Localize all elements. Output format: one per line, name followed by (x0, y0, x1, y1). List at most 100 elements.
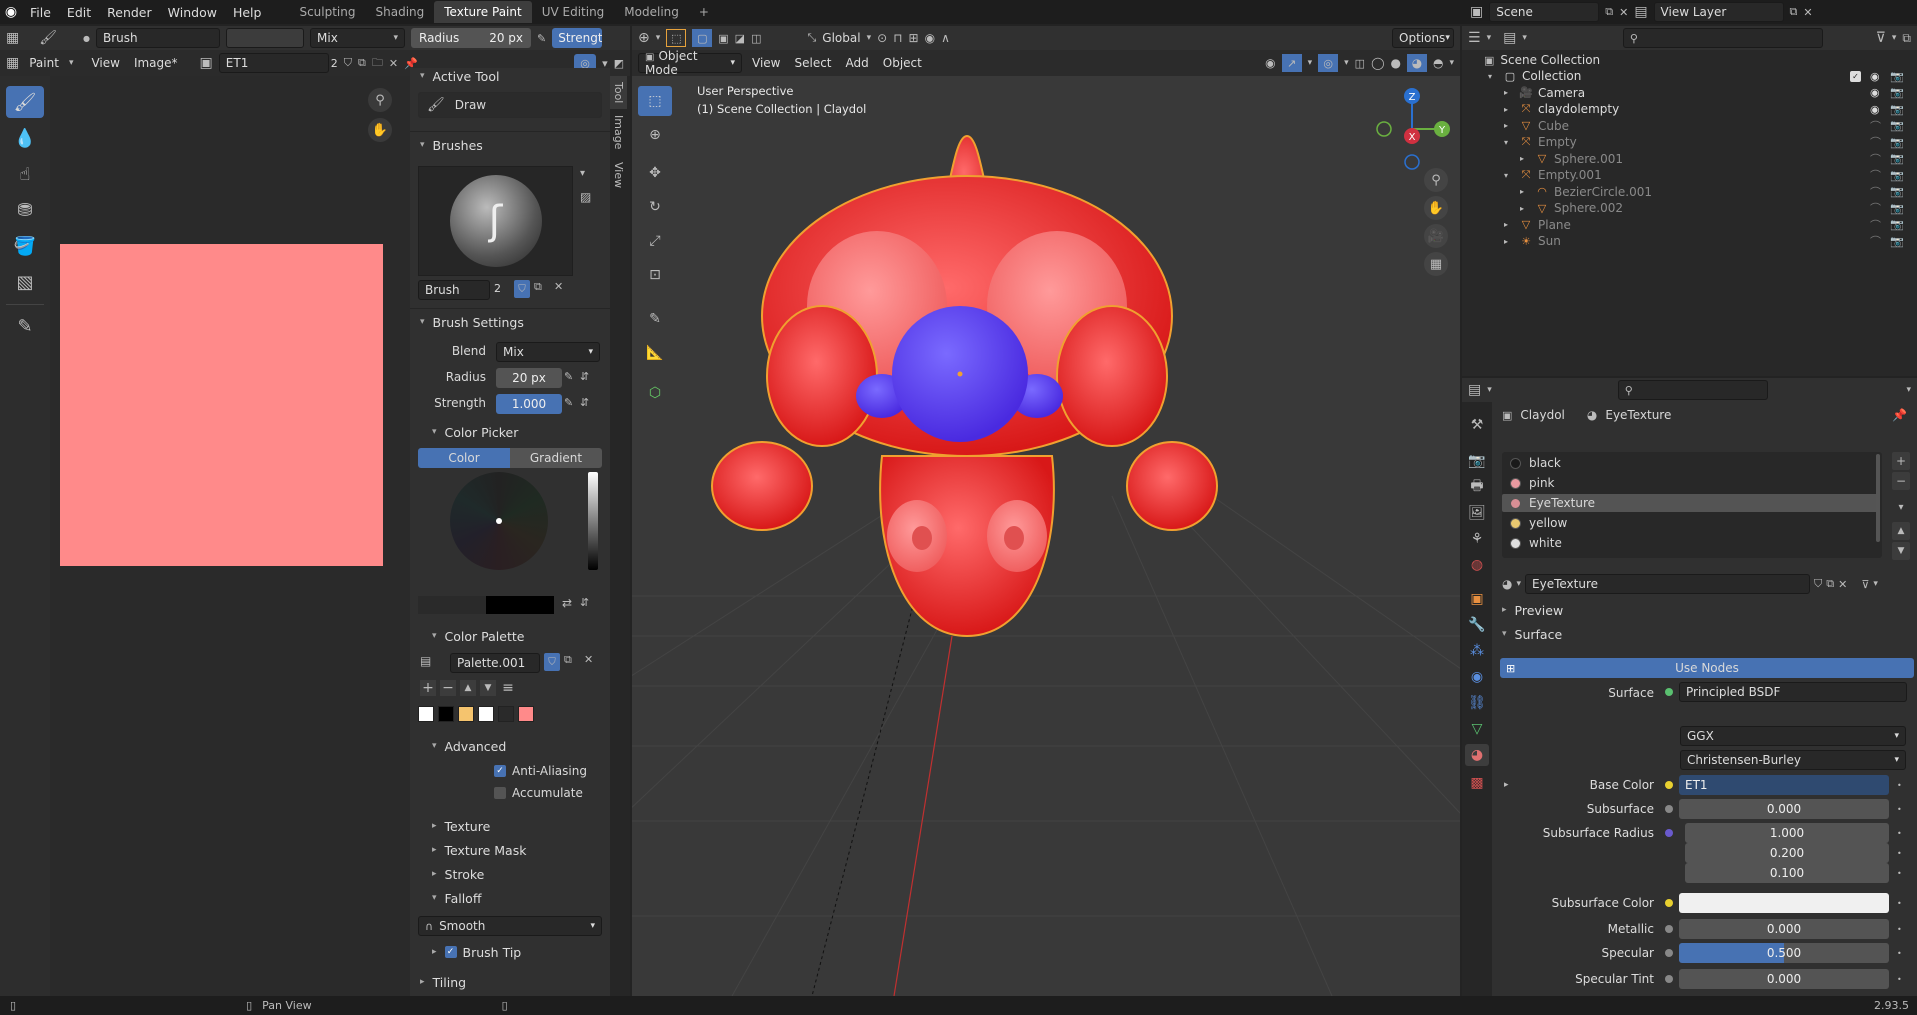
open-image-icon[interactable]: 🗀 (372, 54, 383, 73)
texture-tab-icon[interactable]: ▩ (1465, 772, 1489, 794)
view-layer-tab-icon[interactable]: 🖼 (1465, 502, 1489, 524)
snap-icon[interactable]: ⊓ (893, 31, 902, 45)
soften-tool-icon[interactable]: 💧 (6, 122, 44, 154)
claydol-model[interactable] (711, 134, 1218, 638)
render-visibility-icon[interactable]: 📷 (1890, 202, 1904, 215)
falloff-header[interactable]: ▾ Falloff (422, 886, 610, 910)
texture-header[interactable]: ▸ Texture (422, 814, 610, 838)
add-color-icon[interactable]: + (420, 680, 436, 696)
data-tab-icon[interactable]: ▽ (1465, 718, 1489, 740)
gizmo-toggle-icon[interactable]: ↗ (1281, 54, 1302, 72)
mode-set-icon[interactable]: ▢ (692, 29, 713, 47)
duplicate-palette-icon[interactable]: ⧉ (564, 653, 572, 667)
surface-shader-field[interactable]: Principled BSDF (1679, 682, 1907, 702)
physics-tab-icon[interactable]: ◉ (1465, 666, 1489, 688)
tab-modeling[interactable]: Modeling (614, 1, 689, 23)
render-visibility-icon[interactable]: 📷 (1890, 235, 1904, 248)
property-value-field[interactable]: 0.000 (1679, 969, 1889, 989)
value-slider[interactable] (588, 472, 598, 570)
color-palette-header[interactable]: ▾ Color Palette (422, 624, 610, 648)
palette-swatch[interactable] (418, 706, 434, 722)
pivot-point-icon[interactable]: ⊙ (877, 31, 887, 45)
image-canvas-area[interactable]: ⚲ ✋ (50, 76, 410, 996)
menu-file[interactable]: File (22, 5, 59, 20)
add-slot-icon[interactable]: + (1892, 452, 1910, 470)
tab-texture-paint[interactable]: Texture Paint (434, 1, 532, 23)
pen-pressure-icon[interactable]: ✎ (537, 32, 546, 45)
property-value-field[interactable]: 0.000 (1679, 799, 1889, 819)
brush-datablock-name[interactable]: Brush (418, 280, 490, 300)
cursor-tool-icon[interactable]: ⊕ (638, 120, 672, 150)
slot-list-scrollbar[interactable] (1876, 454, 1880, 542)
use-nodes-button[interactable]: ⊞ Use Nodes (1500, 658, 1914, 678)
zoom-icon[interactable]: ⚲ (368, 88, 392, 112)
chevron-down-icon[interactable]: ▾ (1308, 58, 1313, 68)
menu-view[interactable]: View (748, 56, 784, 70)
visibility-eye-icon[interactable]: ◉ (1870, 86, 1880, 99)
chevron-down-icon[interactable]: ▾ (1906, 385, 1911, 395)
add-cube-tool-icon[interactable]: ⬡ (638, 378, 672, 408)
select-tool-icon[interactable]: ⬚ (638, 86, 672, 116)
mode-intersect-icon[interactable]: ◫ (751, 32, 761, 45)
accumulate-checkbox[interactable]: Accumulate (494, 786, 583, 800)
menu-edit[interactable]: Edit (59, 5, 99, 20)
render-visibility-icon[interactable]: 📷 (1890, 136, 1904, 149)
texture-mask-header[interactable]: ▸ Texture Mask (422, 838, 610, 862)
wireframe-shading-icon[interactable]: ◯ (1371, 56, 1384, 70)
blend-mode-dropdown[interactable]: Mix ▾ (310, 28, 405, 48)
delete-scene-icon[interactable]: ✕ (1619, 6, 1628, 19)
falloff-preset-dropdown[interactable]: ∩ Smooth ▾ (418, 916, 602, 936)
clone-tool-icon[interactable]: ⛃ (6, 194, 44, 226)
menu-object[interactable]: Object (879, 56, 926, 70)
measure-tool-icon[interactable]: 📐 (638, 338, 672, 368)
palette-swatch[interactable] (518, 706, 534, 722)
color-picker-header[interactable]: ▾ Color Picker (422, 420, 610, 444)
outliner-search-input[interactable]: ⚲ (1622, 28, 1823, 48)
outliner-expand-icon[interactable]: ▸ (1500, 237, 1512, 246)
object-tab-icon[interactable]: ▣ (1465, 588, 1489, 610)
editor-type-icon[interactable]: ▦ (6, 30, 19, 46)
material-slot[interactable]: EyeTexture (1502, 494, 1878, 512)
primary-color-swatch[interactable] (418, 596, 486, 614)
pressure-radius-icon[interactable]: ✎ (564, 370, 573, 383)
palette-swatch[interactable] (458, 706, 474, 722)
tab-view[interactable]: View (610, 156, 627, 194)
outliner-expand-icon[interactable]: ▸ (1516, 204, 1528, 213)
tiling-header[interactable]: ▸ Tiling (410, 970, 610, 994)
modifier-tab-icon[interactable]: 🔧 (1465, 614, 1489, 636)
link-type-icon[interactable]: ⊽ (1861, 578, 1869, 591)
visibility-eye-icon[interactable]: ◉ (1870, 70, 1880, 83)
particles-tab-icon[interactable]: ⁂ (1465, 640, 1489, 662)
snap-target-icon[interactable]: ⊞ (909, 31, 919, 45)
brush-tip-header[interactable]: ▸ ✓ Brush Tip (422, 940, 610, 964)
collection-checkbox-icon[interactable]: ✓ (1850, 70, 1861, 82)
palette-browse-icon[interactable]: ▤ (420, 654, 431, 668)
material-slot[interactable]: black (1502, 454, 1878, 472)
unified-radius-icon[interactable]: ⇵ (580, 370, 589, 383)
orientation-dropdown[interactable]: Global (822, 31, 860, 45)
keyframe-dot-icon[interactable]: • (1897, 805, 1902, 814)
keyframe-dot-icon[interactable]: • (1897, 849, 1902, 858)
menu-image[interactable]: Image* (130, 56, 182, 70)
property-value-field[interactable]: 1.000 (1685, 823, 1889, 843)
outliner-expand-icon[interactable]: ▸ (1516, 154, 1528, 163)
view-layer-selector[interactable]: View Layer (1653, 2, 1784, 22)
checkbox-checked-icon[interactable]: ✓ (444, 946, 457, 958)
add-workspace-button[interactable]: + (689, 1, 719, 23)
outliner-row[interactable]: ▸ ☀ Sun ⌒ 📷 (1462, 231, 1917, 251)
editor-type-icon[interactable]: ⊕ (638, 30, 650, 46)
pan-hand-icon[interactable]: ✋ (368, 118, 392, 142)
tool-settings-tab-icon[interactable]: ⚒ (1465, 414, 1489, 436)
new-view-layer-icon[interactable]: ⧉ (1790, 5, 1798, 19)
duplicate-brush-icon[interactable]: ⧉ (534, 280, 542, 294)
brush-users-count[interactable]: 2 (494, 282, 501, 295)
outliner-expand-icon[interactable]: ▸ (1500, 88, 1512, 97)
render-visibility-icon[interactable]: 📷 (1890, 185, 1904, 198)
pin-icon[interactable]: 📌 (1892, 408, 1907, 422)
color-wheel[interactable] (450, 472, 548, 570)
overlay-toggle-icon[interactable]: ◎ (1318, 54, 1339, 72)
world-tab-icon[interactable]: ◍ (1465, 554, 1489, 576)
select-box-icon[interactable]: ⬚ (666, 29, 687, 47)
outliner-expand-icon[interactable]: ▸ (1500, 220, 1512, 229)
palette-swatch[interactable] (498, 706, 514, 722)
